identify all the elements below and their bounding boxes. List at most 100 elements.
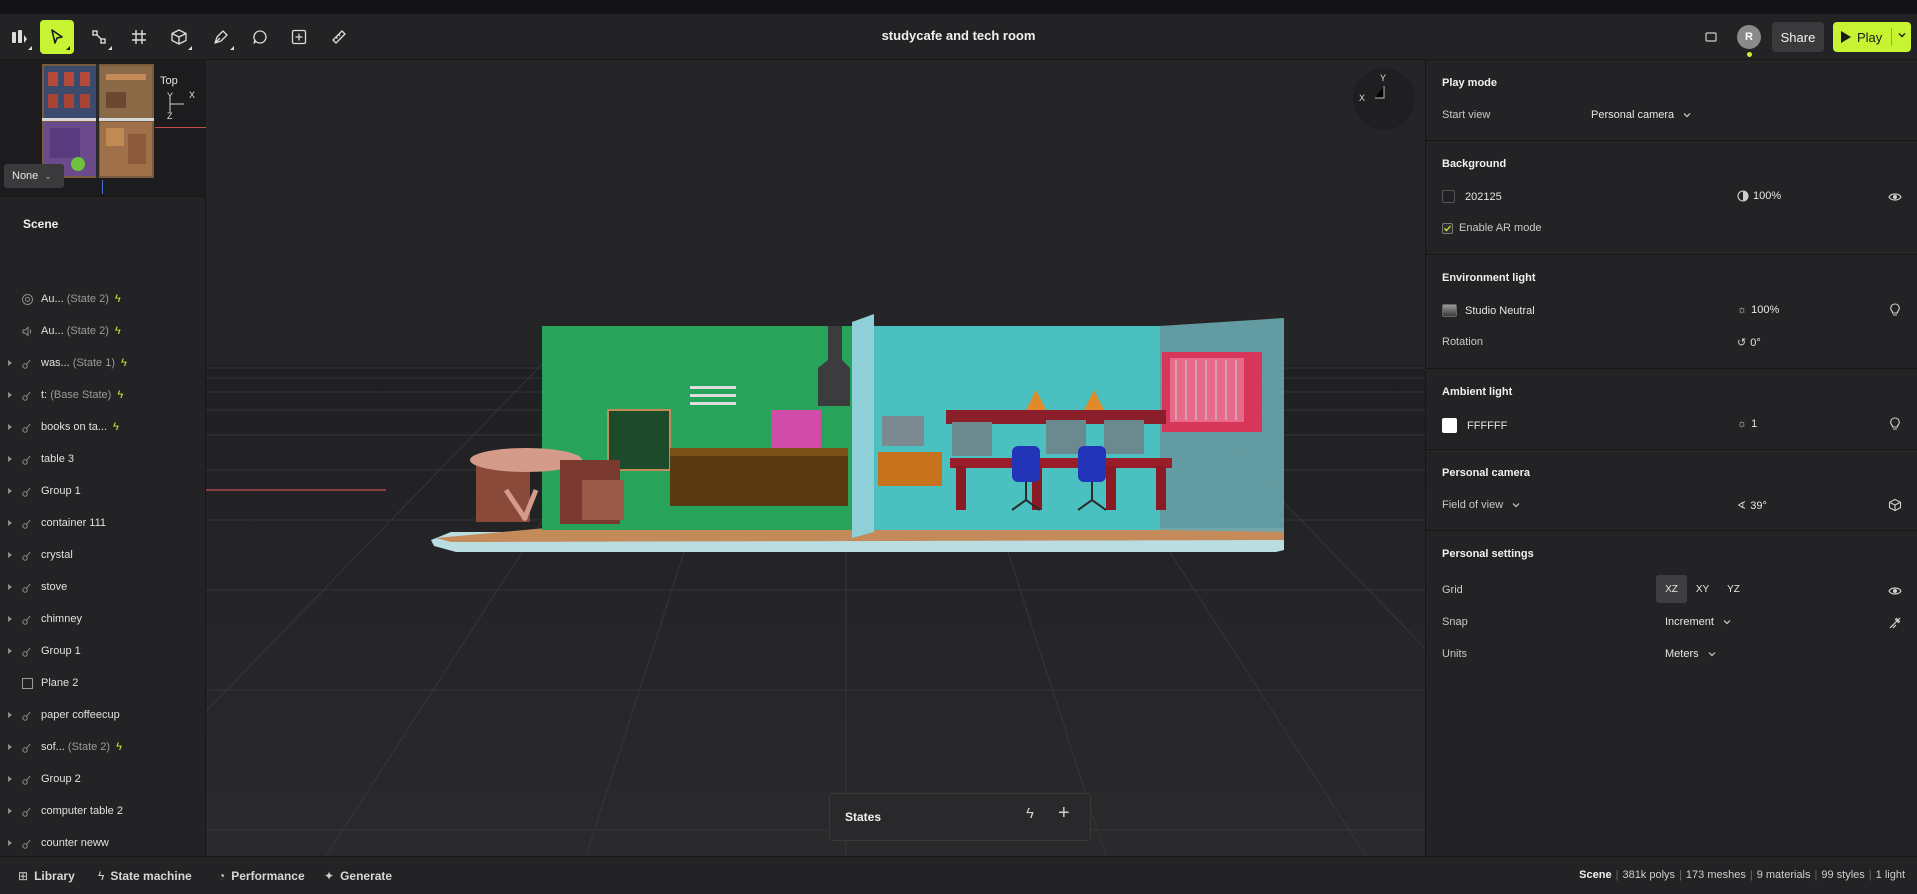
ambient-intensity-field[interactable]: ☼ 1 (1737, 418, 1757, 430)
scene-tree-item[interactable]: table 3 (0, 443, 206, 475)
background-color-field[interactable]: 202125 (1442, 190, 1502, 203)
enable-ar-checkbox[interactable]: Enable AR mode (1442, 222, 1542, 234)
scene-tree-item[interactable]: Group 2 (0, 763, 206, 795)
eye-icon[interactable] (1887, 583, 1903, 599)
play-button[interactable]: Play (1833, 22, 1911, 52)
light-bulb-icon[interactable] (1887, 416, 1903, 432)
ambient-intensity-value: 1 (1751, 418, 1758, 430)
scene-item-name: Group 2 (41, 773, 81, 785)
user-avatar[interactable]: R (1737, 25, 1761, 49)
scene-tree-item[interactable]: sof... (State 2) ϟ (0, 731, 206, 763)
snap-select[interactable]: Increment (1665, 616, 1732, 628)
scene-tree-item[interactable]: t: (Base State) ϟ (0, 379, 206, 411)
performance-button[interactable]: ◔ Performance (218, 869, 305, 883)
magnet-icon[interactable] (1887, 615, 1903, 631)
scene-item-name: t: (41, 389, 48, 401)
ambient-color-swatch[interactable] (1442, 418, 1457, 433)
scene-tree-item[interactable]: Group 1 (0, 635, 206, 667)
scene-tree-item[interactable]: books on ta... ϟ (0, 411, 206, 443)
share-button[interactable]: Share (1772, 22, 1824, 52)
states-label: States (845, 810, 882, 824)
light-bulb-icon[interactable] (1887, 302, 1903, 318)
expand-caret-icon[interactable] (8, 648, 12, 654)
grid-option-xz[interactable]: XZ (1656, 575, 1687, 603)
grid-label: Grid (1442, 584, 1463, 596)
checkbox-icon[interactable] (1442, 222, 1453, 234)
scene-item-label: Group 1 (41, 485, 81, 497)
scene-tree-item[interactable]: container 111 (0, 507, 206, 539)
expand-caret-icon[interactable] (8, 584, 12, 590)
expand-caret-icon[interactable] (8, 456, 12, 462)
expand-caret-icon[interactable] (8, 776, 12, 782)
library-button[interactable]: ⊞ Library (18, 869, 75, 883)
x-axis-line (155, 127, 206, 128)
object-tool-icon[interactable] (162, 20, 196, 54)
measure-tool-icon[interactable] (322, 20, 356, 54)
scene-item-name: computer table 2 (41, 805, 123, 817)
scene-tree-item[interactable]: Group 1 (0, 475, 206, 507)
scene-tree-item[interactable]: stove (0, 571, 206, 603)
scene-item-name: chimney (41, 613, 82, 625)
eye-icon[interactable] (1887, 189, 1903, 205)
expand-caret-icon[interactable] (8, 616, 12, 622)
camera-cube-icon[interactable] (1887, 497, 1903, 513)
scene-item-label: Group 1 (41, 645, 81, 657)
states-panel[interactable]: States ϟ + (829, 793, 1091, 841)
group-icon (20, 580, 34, 594)
group-icon (20, 836, 34, 850)
expand-caret-icon[interactable] (8, 392, 12, 398)
chevron-down-icon[interactable] (1897, 30, 1907, 40)
scene-tree-item[interactable]: paper coffeecup (0, 699, 206, 731)
rotation-field[interactable]: ↺ 0° (1737, 336, 1761, 350)
view-gizmo[interactable]: Y X (1353, 68, 1415, 130)
scene-tree-item[interactable]: Au... (State 2) ϟ (0, 283, 206, 315)
background-color-swatch[interactable] (1442, 190, 1455, 203)
expand-caret-icon[interactable] (8, 712, 12, 718)
fov-field[interactable]: ∢ 39° (1737, 499, 1767, 513)
state-machine-button[interactable]: ϟ State machine (98, 869, 192, 883)
frame-tool-icon[interactable] (122, 20, 156, 54)
environment-intensity-field[interactable]: ☼ 100% (1737, 304, 1779, 316)
scene-tree-item[interactable]: counter neww (0, 827, 206, 859)
grid-option-yz[interactable]: YZ (1718, 575, 1749, 603)
rotate-icon: ↺ (1737, 337, 1747, 349)
environment-preset-field[interactable]: Studio Neutral (1442, 304, 1535, 317)
expand-caret-icon[interactable] (8, 744, 12, 750)
field-of-view-select[interactable]: Field of view (1442, 499, 1521, 511)
camera-select[interactable]: None ⌄ (4, 164, 64, 188)
units-value: Meters (1665, 648, 1699, 660)
expand-caret-icon[interactable] (8, 488, 12, 494)
camera-select-value: None (12, 170, 39, 182)
scene-tree-item[interactable]: Au... (State 2) ϟ (0, 315, 206, 347)
scene-tree-item[interactable]: crystal (0, 539, 206, 571)
expand-caret-icon[interactable] (8, 360, 12, 366)
scene-tree-item[interactable]: computer table 2 (0, 795, 206, 827)
units-select[interactable]: Meters (1665, 648, 1717, 660)
expand-caret-icon[interactable] (8, 840, 12, 846)
expand-caret-icon[interactable] (8, 520, 12, 526)
add-icon[interactable] (282, 20, 316, 54)
bolt-icon[interactable]: ϟ (1026, 805, 1034, 822)
grid-option-xy[interactable]: XY (1687, 575, 1718, 603)
expand-caret-icon[interactable] (8, 424, 12, 430)
scene-tree-item[interactable]: was... (State 1) ϟ (0, 347, 206, 379)
scene-tree-item[interactable]: chimney (0, 603, 206, 635)
transform-tool-icon[interactable] (82, 20, 116, 54)
expand-caret-icon[interactable] (8, 808, 12, 814)
pen-tool-icon[interactable] (204, 20, 238, 54)
comment-icon[interactable] (243, 20, 277, 54)
device-preview-icon[interactable] (1697, 23, 1725, 51)
expand-caret-icon[interactable] (8, 552, 12, 558)
minimap[interactable]: Top Y X Z None ⌄ (0, 60, 206, 197)
start-view-select[interactable]: Personal camera (1591, 109, 1692, 121)
3d-viewport[interactable]: Y X (206, 60, 1425, 856)
ambient-color-field[interactable]: FFFFFF (1442, 418, 1507, 433)
add-state-icon[interactable]: + (1058, 802, 1070, 825)
environment-light-title: Environment light (1442, 272, 1536, 284)
select-tool-icon[interactable] (40, 20, 74, 54)
scene-tree-item[interactable]: Plane 2 (0, 667, 206, 699)
generate-button[interactable]: ✦ Generate (324, 869, 392, 883)
logo-menu-icon[interactable] (2, 20, 36, 54)
scene-item-label: Plane 2 (41, 677, 78, 689)
background-opacity-field[interactable]: 100% (1737, 190, 1781, 202)
